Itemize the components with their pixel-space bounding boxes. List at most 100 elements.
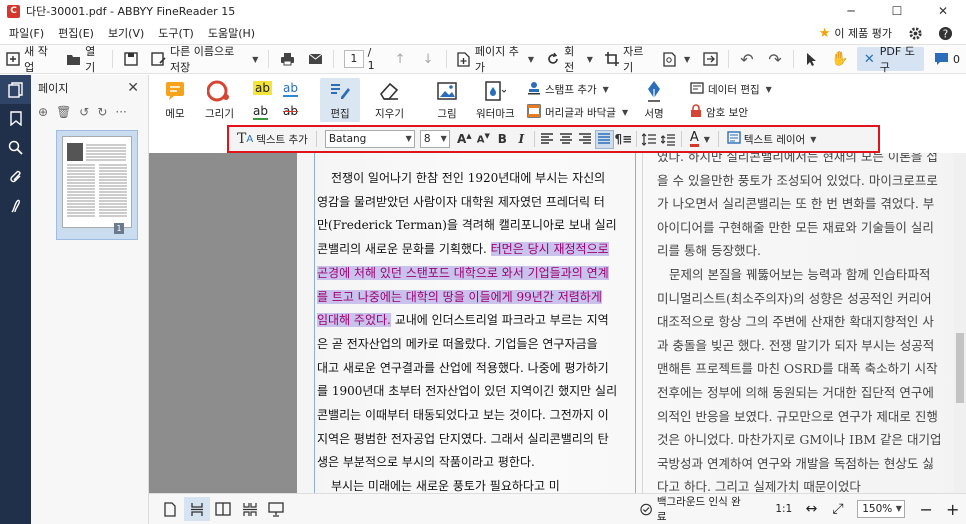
page-number-input[interactable]: 1 <box>344 50 364 68</box>
help-icon[interactable]: ? <box>936 24 954 42</box>
font-name-select[interactable]: Batang ▼ <box>324 130 415 148</box>
underline-text-button[interactable]: ab <box>283 81 298 97</box>
document-viewer[interactable]: 전쟁이 일어나기 한참 전인 1920년대에 부시는 자신의 영감을 물려받았던… <box>149 153 954 493</box>
selected-text[interactable]: 임대해 주었다. <box>317 313 391 328</box>
bookmarks-panel-button[interactable] <box>0 104 31 133</box>
email-button[interactable] <box>301 44 329 74</box>
vertical-scrollbar[interactable] <box>954 153 966 493</box>
left-column-text[interactable]: 전쟁이 일어나기 한참 전인 1920년대에 부시는 자신의 영감을 물려받았던… <box>317 167 633 493</box>
attachments-panel-button[interactable] <box>0 162 31 191</box>
add-page-button[interactable]: 페이지 추가 ▼ <box>451 44 540 74</box>
two-page-view-button[interactable] <box>210 497 237 521</box>
align-right-button[interactable] <box>576 130 595 149</box>
right-column-text[interactable]: 였다. 하지만 실리콘밸리에서는 현재의 모든 이론을 접 을 수 있을만한 풍… <box>657 153 954 493</box>
bold-button[interactable]: B <box>493 130 512 149</box>
minimize-button[interactable]: ─ <box>828 0 874 22</box>
strikethrough-button[interactable]: ab <box>283 104 298 118</box>
zoom-select[interactable]: 150% ▼ <box>857 500 905 518</box>
zoom-in-button[interactable]: + <box>939 497 966 521</box>
paragraph-spacing-button[interactable] <box>659 130 678 149</box>
print-button[interactable] <box>273 44 301 74</box>
document-page[interactable]: 전쟁이 일어나기 한참 전인 1920년대에 부시는 자신의 영감을 물려받았던… <box>297 153 954 493</box>
scrollbar-thumb[interactable] <box>956 333 964 403</box>
menu-edit[interactable]: 편집(E) <box>51 25 101 41</box>
data-edit-button[interactable]: 데이터 편집 ▼ <box>690 81 772 98</box>
crop-button[interactable]: 자르기 <box>599 44 656 74</box>
actual-size-button[interactable]: 1:1 <box>775 503 792 515</box>
gear-icon[interactable] <box>906 24 924 42</box>
text-layer-button[interactable]: 텍스트 레이어 ▼ <box>722 131 821 147</box>
compare-button[interactable] <box>696 44 724 74</box>
comments-button[interactable]: 0 <box>927 44 966 74</box>
header-footer-button[interactable]: 머리글과 바닥글 ▼ <box>527 104 628 121</box>
menu-file[interactable]: 파일(F) <box>0 25 51 41</box>
rotate-right-icon[interactable]: ↻ <box>97 105 107 119</box>
menu-view[interactable]: 보기(V) <box>101 25 151 41</box>
next-page-button[interactable]: ↓ <box>414 44 442 74</box>
memo-button[interactable]: 메모 <box>162 79 188 121</box>
scroll-view-button[interactable] <box>183 497 211 521</box>
more-icon[interactable]: ··· <box>115 105 126 119</box>
single-page-view-button[interactable] <box>157 497 184 521</box>
redo-button[interactable]: ↷ <box>761 44 789 74</box>
text-line: 콘밸리의 새로운 문화를 기획했다. 터먼은 당시 재정적으로 <box>317 238 633 262</box>
text-color-button[interactable]: A ▼ <box>685 131 715 147</box>
selected-text[interactable]: 터먼은 당시 재정적으로 <box>490 242 609 257</box>
two-page-scroll-view-button[interactable] <box>237 497 264 521</box>
prev-page-button[interactable]: ↑ <box>386 44 414 74</box>
draw-button[interactable]: 그리기 <box>205 79 234 121</box>
menu-tools[interactable]: 도구(T) <box>151 25 201 41</box>
hand-tool-button[interactable]: ✋ <box>826 44 854 74</box>
erase-button[interactable]: 지우기 <box>375 79 404 121</box>
align-center-button[interactable] <box>557 130 576 149</box>
page-search-button[interactable]: ▼ <box>656 44 696 74</box>
search-panel-button[interactable] <box>0 133 31 162</box>
fit-width-button[interactable]: ↔ <box>798 497 825 521</box>
increase-font-button[interactable]: A▲ <box>455 130 474 149</box>
zoom-out-button[interactable]: − <box>913 497 940 521</box>
delete-icon[interactable]: 🗑 <box>56 105 71 119</box>
justify-button[interactable] <box>594 129 614 149</box>
close-icon[interactable]: ✕ <box>127 80 139 96</box>
stamp-add-button[interactable]: 스탬프 추가 ▼ <box>527 81 609 98</box>
rotate-button[interactable]: 회전 ▼ <box>540 44 599 74</box>
selected-text[interactable]: 를 트고 나중에는 대학의 땅을 이들에게 99년간 저렴하게 <box>317 289 602 304</box>
save-button[interactable] <box>117 44 145 74</box>
signatures-panel-button[interactable] <box>0 191 31 220</box>
open-button[interactable]: 열기 <box>60 44 108 74</box>
new-task-button[interactable]: 새 작업 <box>0 44 60 74</box>
add-text-button[interactable]: TA 텍스트 추가 <box>229 131 313 147</box>
picture-button[interactable]: 그림 <box>434 79 460 121</box>
maximize-button[interactable]: ☐ <box>874 0 920 22</box>
rate-product-button[interactable]: ★ 이 제품 평가 <box>819 25 892 41</box>
text-line: 콘밸리는 이때부터 태동되었다고 보는 것이다. 그전까지 이 <box>317 408 609 423</box>
rotate-left-icon[interactable]: ↺ <box>79 105 89 119</box>
undo-button[interactable]: ↶ <box>733 44 761 74</box>
close-window-button[interactable]: ✕ <box>920 0 966 22</box>
underline-green-button[interactable]: ab <box>253 104 268 120</box>
watermark-button[interactable]: 워터마크 <box>476 79 515 121</box>
font-size-select[interactable]: 8 ▼ <box>419 130 450 148</box>
selected-text[interactable]: 곤경에 처해 있던 스탠포드 대학으로 와서 기업들과의 연계 <box>317 265 609 280</box>
align-left-button[interactable] <box>538 130 557 149</box>
page-thumbnail[interactable] <box>56 130 138 240</box>
paragraph-direction-button[interactable]: ¶≡ <box>614 130 633 149</box>
decrease-font-button[interactable]: A▼ <box>474 130 493 149</box>
menu-help[interactable]: 도움말(H) <box>201 25 262 41</box>
line-spacing-button[interactable] <box>640 130 659 149</box>
italic-button[interactable]: I <box>512 130 531 149</box>
password-security-button[interactable]: 암호 보안 <box>690 104 748 121</box>
pages-panel-button[interactable] <box>0 75 31 104</box>
edit-button[interactable]: 편집 <box>320 78 360 122</box>
save-as-button[interactable]: 다른 이름으로 저장 ▼ <box>145 44 264 74</box>
sign-button[interactable]: 서명 <box>641 79 667 121</box>
pdf-tools-button[interactable]: ✕ PDF 도구 <box>856 45 924 74</box>
text-line: 대고 새로운 연구결과를 산업에 적용했다. 나중에 평가하기 <box>317 360 609 375</box>
highlight-text-button[interactable]: ab <box>253 81 272 95</box>
align-left-icon <box>541 133 554 144</box>
bookmark-icon <box>9 111 22 126</box>
fit-page-button[interactable]: ⤢ <box>825 497 852 521</box>
add-page-small-icon[interactable]: ⊕ <box>38 105 48 119</box>
presentation-view-button[interactable] <box>263 497 290 521</box>
select-tool-button[interactable] <box>798 44 826 74</box>
